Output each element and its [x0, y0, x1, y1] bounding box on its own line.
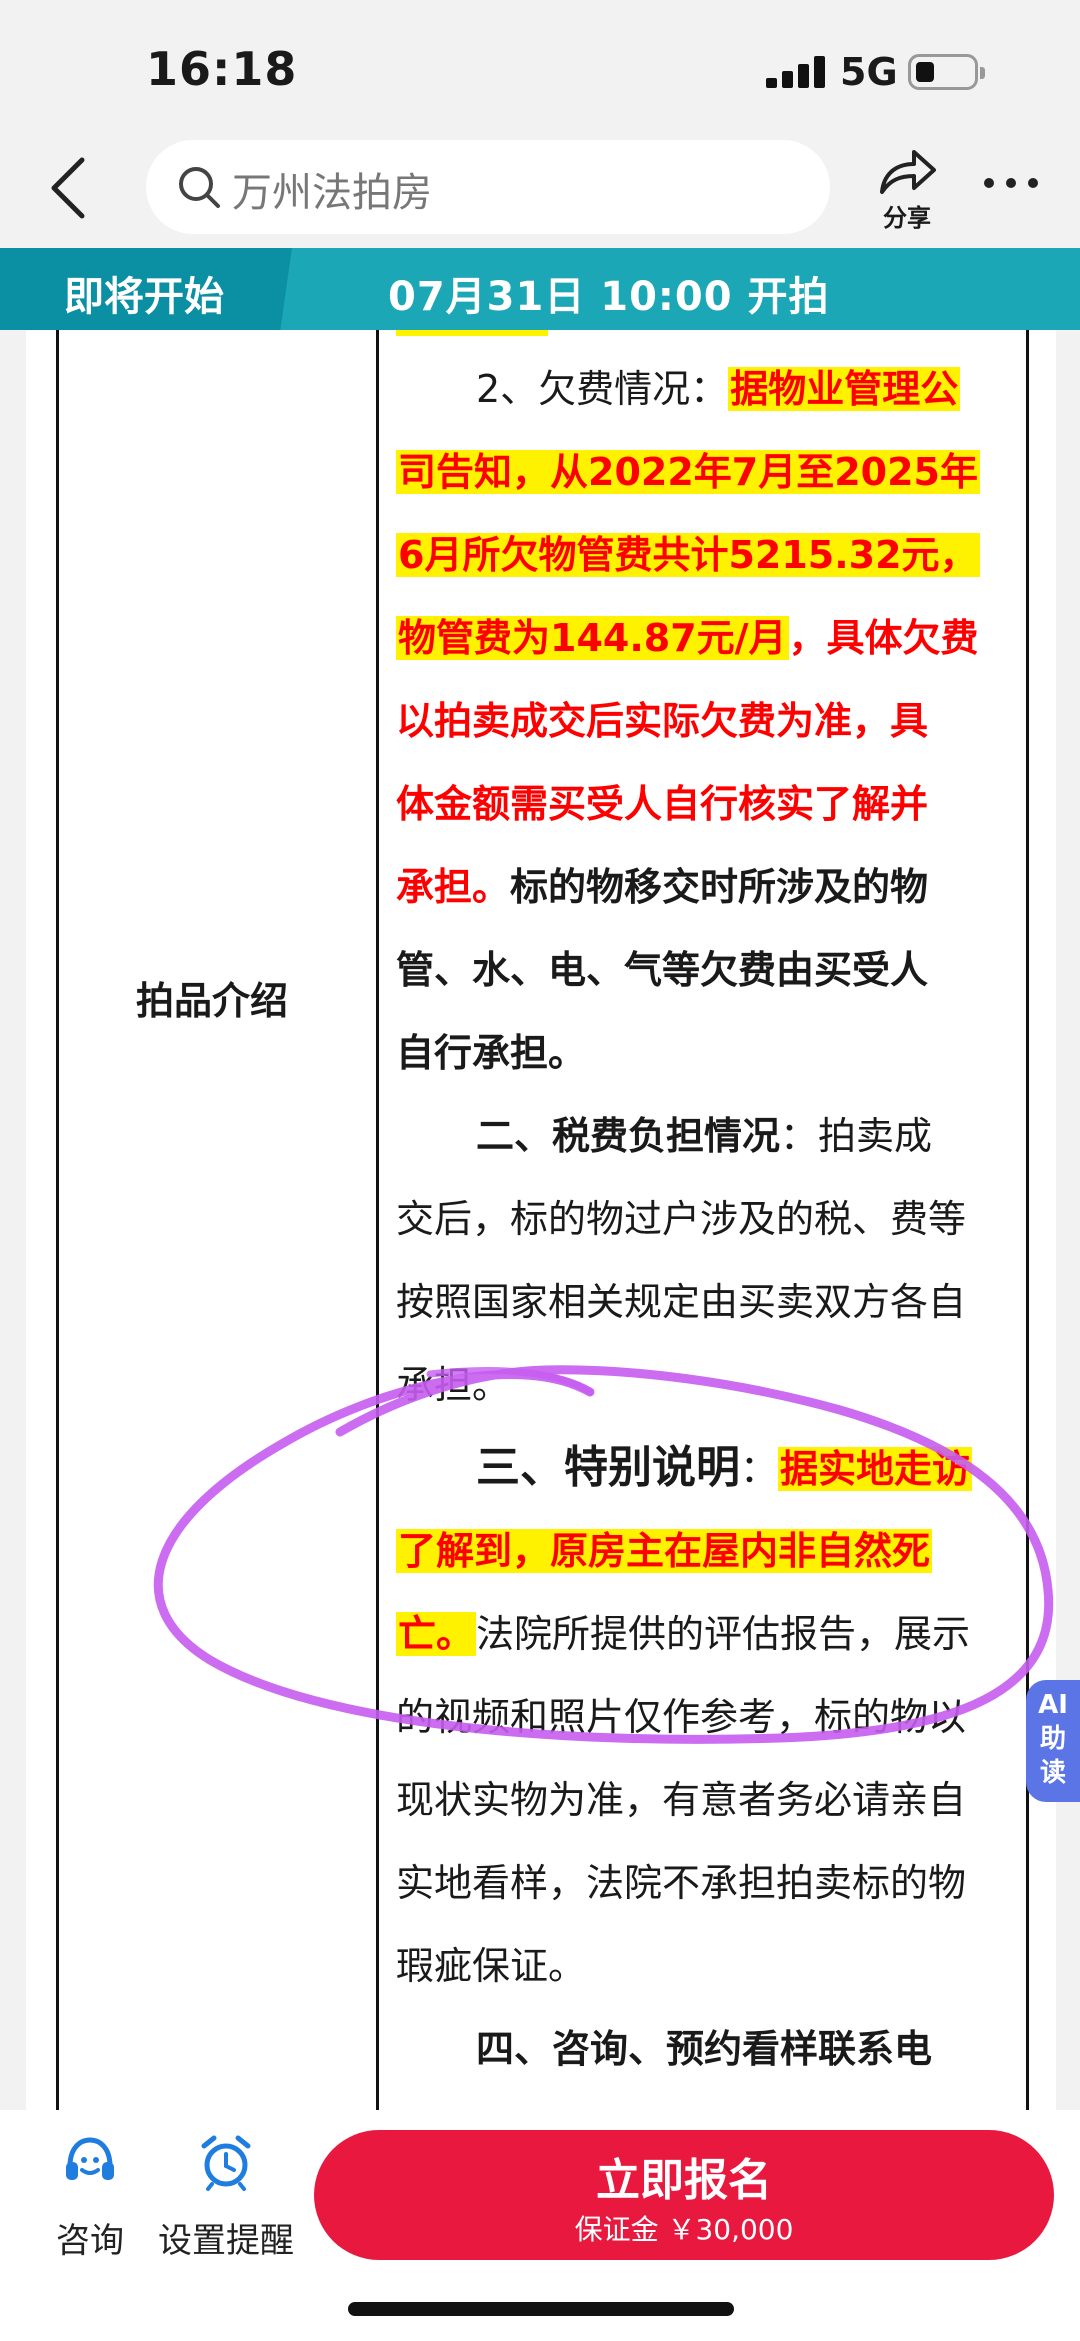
text-line: 6月所欠物管费共计5215.32元，: [396, 533, 980, 577]
status-time: 16:18: [146, 42, 298, 96]
nav-bar: 万州法拍房 分享: [0, 140, 1080, 248]
text-line: 了解到，原房主在屋内非自然死: [396, 1529, 933, 1573]
table-border-middle: [376, 330, 379, 2110]
register-bid-button[interactable]: 立即报名 保证金 ￥30,000: [314, 2130, 1054, 2260]
consult-button[interactable]: 咨询: [50, 2132, 130, 2262]
signal-icon: [766, 56, 826, 88]
auction-banner: 即将开始 07月31日 10:00 开拍: [0, 248, 1080, 330]
text-line: 亡。法院所提供的评估报告，展示: [396, 1612, 971, 1656]
description-text: 2、欠费情况：据物业管理公 司告知，从2022年7月至2025年 6月所欠物管费…: [396, 360, 1036, 2103]
deposit-text: 保证金 ￥30,000: [574, 2213, 794, 2246]
back-button[interactable]: [38, 150, 98, 226]
table-border-left: [56, 330, 59, 2110]
text-line: 管、水、电、气等欠费由买受人: [396, 948, 929, 992]
consult-label: 咨询: [56, 2221, 124, 2261]
more-icon: [984, 178, 1038, 188]
text-line: 的视频和照片仅作参考，标的物以: [396, 1695, 967, 1739]
share-icon: [880, 150, 936, 194]
network-type: 5G: [840, 50, 898, 94]
more-button[interactable]: [980, 168, 1042, 198]
auction-start-time: 07月31日 10:00 开拍: [388, 274, 830, 320]
auction-description-document: 拍品介绍 2、欠费情况：据物业管理公 司告知，从2022年7月至2025年 6月…: [26, 330, 1056, 2110]
ai-label-char: 读: [1039, 1758, 1066, 1788]
text-line: 实地看样，法院不承担拍卖标的物: [396, 1861, 967, 1905]
text-line: 自行承担。: [396, 1031, 587, 1075]
row-label: 拍品介绍: [136, 979, 289, 1023]
text-line: 四、咨询、预约看样联系电: [476, 2027, 933, 2071]
chevron-left-icon: [51, 157, 85, 219]
text-line: 现状实物为准，有意者务必请亲自: [396, 1778, 967, 1822]
home-indicator: [348, 2302, 734, 2316]
ai-label-char: 助: [1039, 1724, 1066, 1754]
headset-icon: [66, 2137, 114, 2180]
text-line: 司告知，从2022年7月至2025年: [396, 450, 980, 494]
set-reminder-button[interactable]: 设置提醒: [154, 2132, 298, 2262]
text-line: 以拍卖成交后实际欠费为准，具: [396, 699, 929, 743]
text-line: 瑕疵保证。: [396, 1944, 587, 1988]
ai-reading-assistant-button[interactable]: AI 助 读: [1026, 1680, 1080, 1802]
text-line: 三、特别说明：据实地走访: [476, 1442, 973, 1493]
share-button[interactable]: 分享: [872, 146, 942, 232]
auction-status: 即将开始: [64, 274, 224, 320]
share-label: 分享: [883, 204, 931, 232]
text-line: 承担。标的物移交时所涉及的物: [396, 865, 929, 909]
set-reminder-label: 设置提醒: [158, 2221, 294, 2261]
register-label: 立即报名: [596, 2155, 772, 2206]
search-icon: [179, 167, 220, 208]
text-line: 交后，标的物过户涉及的税、费等: [396, 1197, 967, 1241]
alarm-clock-icon: [201, 2135, 251, 2191]
text-line: 体金额需买受人自行核实了解并: [396, 782, 929, 826]
text-line: 二、税费负担情况：拍卖成: [476, 1114, 933, 1158]
ai-label: AI: [1038, 1690, 1068, 1720]
search-text: 万州法拍房: [232, 170, 432, 216]
text-line: 承担。: [396, 1363, 511, 1407]
search-input[interactable]: 万州法拍房: [146, 140, 830, 234]
status-bar: 16:18 5G: [0, 0, 1080, 140]
text-line: 按照国家相关规定由买卖双方各自: [396, 1280, 967, 1324]
battery-icon: [908, 54, 985, 90]
highlight-remnant: [396, 330, 548, 336]
text-line: 2、欠费情况：据物业管理公: [476, 367, 961, 411]
text-line: 物管费为144.87元/月，具体欠费: [396, 616, 979, 660]
